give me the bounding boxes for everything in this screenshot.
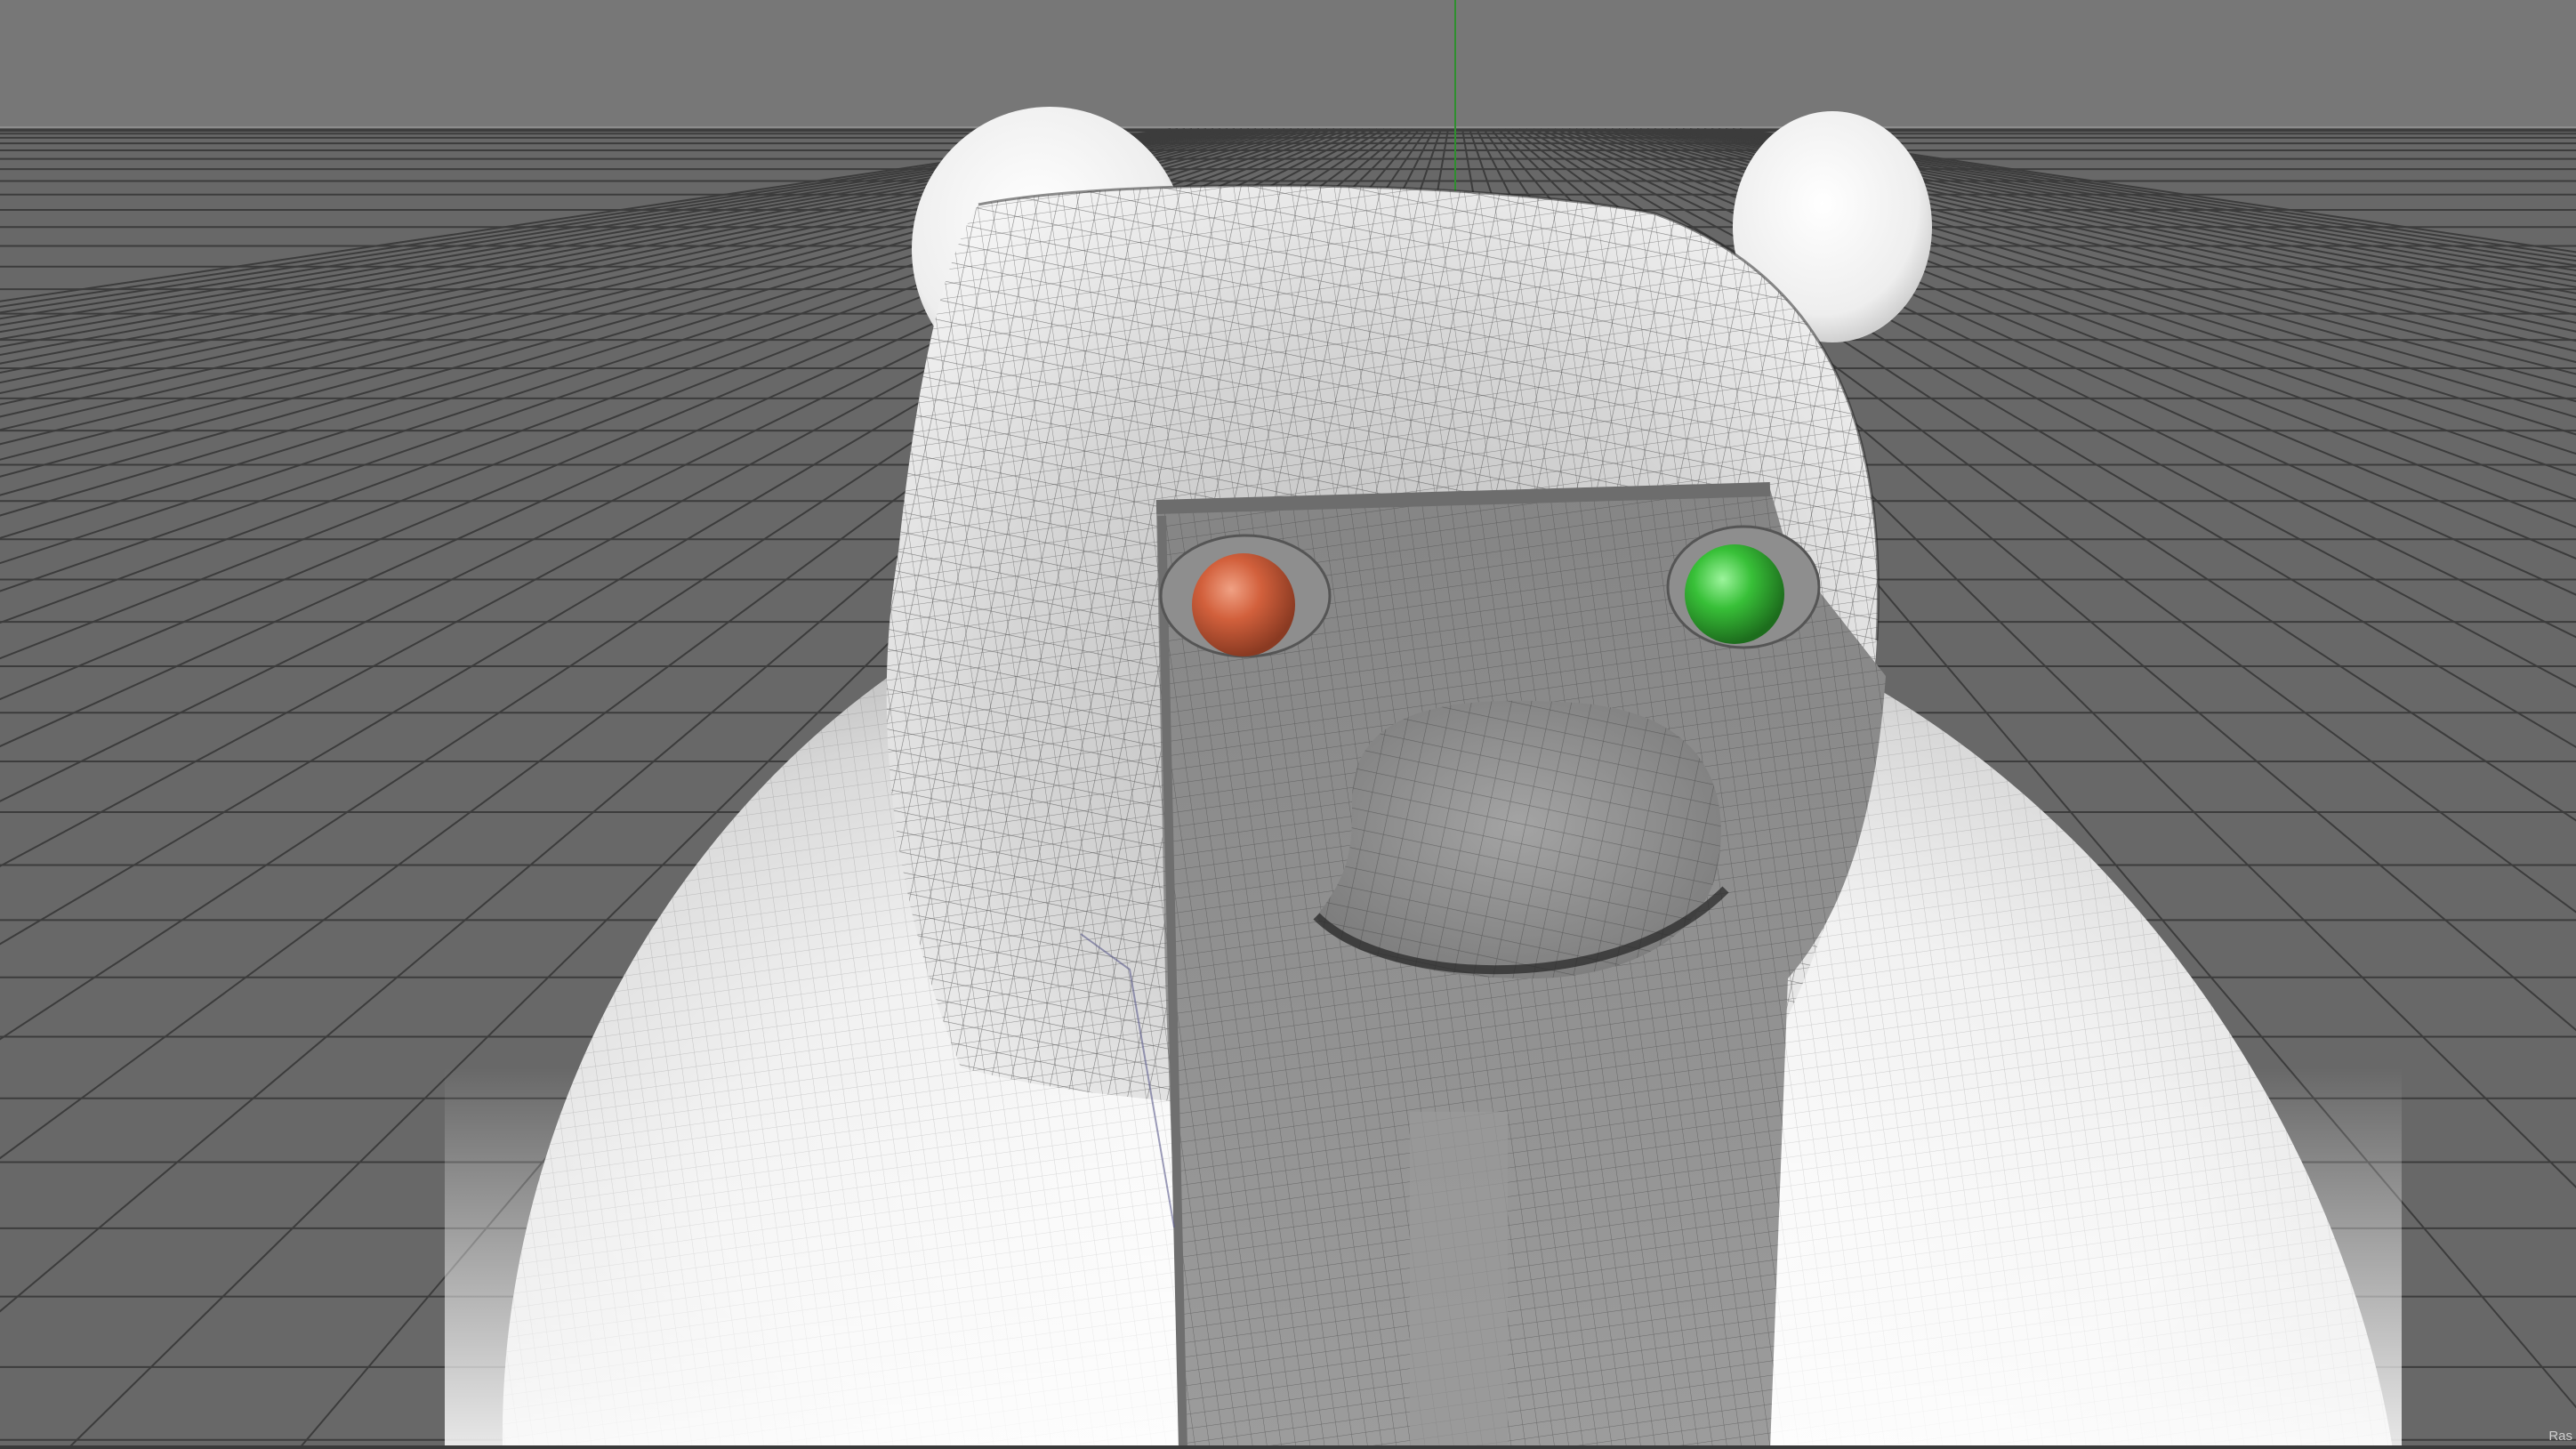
sky-area <box>0 0 2576 129</box>
3d-viewport[interactable]: Ras <box>0 0 2576 1449</box>
neck-column <box>1410 1112 1508 1449</box>
render-status-label: Ras <box>2548 1429 2572 1444</box>
right-eye-sphere <box>1685 544 1784 644</box>
viewport-scene[interactable] <box>0 0 2576 1449</box>
viewport-bottom-bar <box>0 1445 2576 1449</box>
left-eye-sphere <box>1192 553 1295 656</box>
